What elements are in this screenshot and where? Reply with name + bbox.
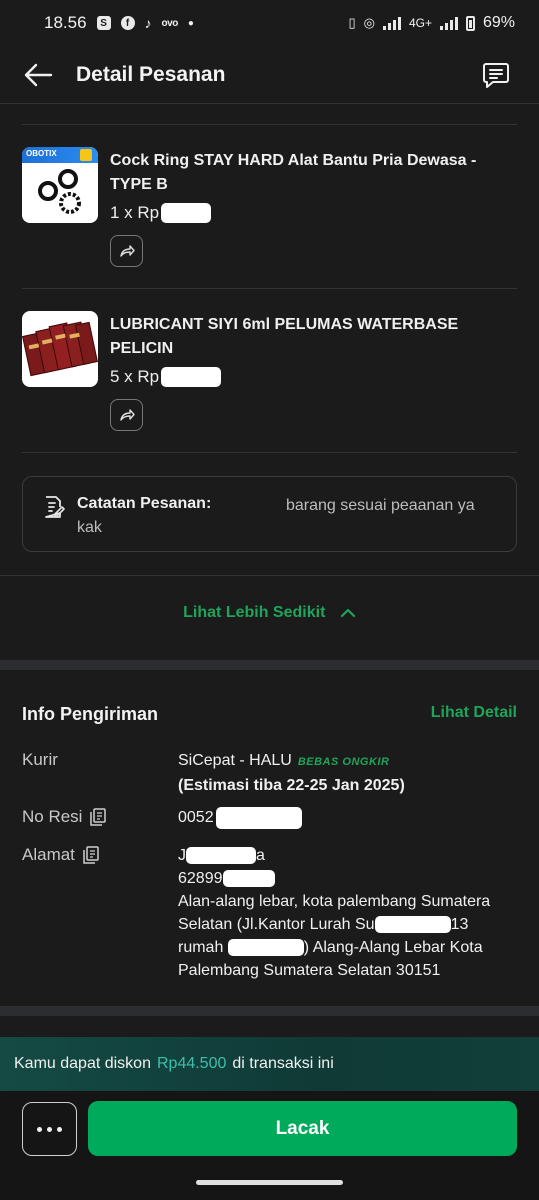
discount-prefix: Kamu dapat diskon — [14, 1055, 151, 1072]
signal-icon-2 — [439, 16, 458, 30]
product-item[interactable]: LUBRICANT SIYI 6ml PELUMAS WATERBASE PEL… — [22, 289, 517, 453]
note-text: barang sesuai peaanan ya kak — [77, 497, 475, 536]
free-shipping-badge: BEBAS ONGKIR — [297, 756, 390, 768]
bottom-action-bar: Lacak — [0, 1091, 539, 1200]
track-button[interactable]: Lacak — [88, 1101, 517, 1156]
product-name: LUBRICANT SIYI 6ml PELUMAS WATERBASE PEL… — [110, 316, 459, 357]
rings-image — [38, 169, 81, 214]
network-type: 4G+ — [408, 16, 432, 30]
section-separator — [0, 1006, 539, 1016]
shipping-detail-link[interactable]: Lihat Detail — [431, 704, 517, 722]
redacted-address — [374, 916, 451, 933]
share-icon — [119, 409, 135, 421]
home-indicator[interactable] — [196, 1180, 343, 1185]
product-name: Cock Ring STAY HARD Alat Bantu Pria Dewa… — [110, 152, 477, 193]
courier-label-text: Kurir — [22, 750, 58, 769]
address-line-part: rumah — [178, 939, 228, 956]
hotspot-icon: ◎ — [363, 15, 375, 30]
copy-icon[interactable] — [83, 846, 99, 864]
status-time: 18.56 — [44, 13, 87, 32]
arrow-left-icon — [24, 63, 53, 86]
copy-icon[interactable] — [90, 808, 107, 826]
share-button[interactable] — [110, 235, 143, 267]
address-label-text: Alamat — [22, 845, 75, 864]
address-line-part: 13 — [450, 916, 469, 933]
shopee-icon: S — [96, 16, 111, 30]
section-separator — [0, 660, 539, 670]
courier-name: SiCepat - HALU — [178, 752, 292, 769]
address-line: Palembang Sumatera Selatan 30151 — [178, 962, 441, 979]
address-phone: 62899 — [178, 867, 523, 890]
address-name: J a — [178, 844, 523, 867]
address-line-part: Selatan (Jl.Kantor Lurah Su — [178, 916, 375, 933]
ovo-icon: ovo — [161, 17, 179, 29]
product-quantity-price: 1 x Rp — [110, 203, 212, 223]
facebook-icon: f — [120, 16, 135, 30]
product-list: OBOTIX Cock Ring STAY HARD Alat Bantu Pr… — [22, 124, 517, 453]
address-line: rumah ) Alang-Alang Lebar Kota — [178, 936, 523, 959]
redacted-phone — [222, 870, 275, 887]
resi-number: 0052 — [178, 809, 214, 826]
courier-label: Kurir — [22, 750, 58, 770]
product-thumbnail — [22, 311, 98, 387]
discount-banner: Kamu dapat diskon Rp44.500 di transaksi … — [0, 1037, 539, 1091]
order-note: Catatan Pesanan: barang sesuai peaanan y… — [22, 476, 517, 552]
dot-icon — [57, 1126, 62, 1132]
address-value: J a 62899 Alan-alang lebar, kota palemba… — [178, 844, 523, 982]
redacted-price — [161, 367, 222, 387]
chevron-up-icon — [340, 608, 355, 618]
divider — [0, 575, 539, 576]
address-name-start: J — [178, 847, 186, 864]
address-line: Selatan (Jl.Kantor Lurah Su 13 — [178, 913, 523, 936]
delivery-estimate: (Estimasi tiba 22-25 Jan 2025) — [178, 777, 405, 794]
qty-prefix: 1 x Rp — [110, 203, 160, 222]
address-line: Alan-alang lebar, kota palembang Sumater… — [178, 893, 491, 910]
app-header: Detail Pesanan — [0, 46, 539, 104]
chat-icon[interactable] — [481, 60, 511, 90]
battery-level: 69% — [482, 14, 515, 31]
resi-label-text: No Resi — [22, 807, 83, 826]
product-quantity-price: 5 x Rp — [110, 367, 222, 387]
battery-icon — [465, 15, 475, 31]
discount-amount: Rp44.500 — [156, 1055, 227, 1072]
vibrate-icon: ▯ — [348, 15, 356, 30]
redacted-resi — [215, 806, 302, 829]
resi-value: 0052 — [178, 806, 523, 829]
shipping-title: Info Pengiriman — [22, 704, 159, 724]
signal-icon — [382, 16, 401, 30]
courier-value: SiCepat - HALU BEBAS ONGKIR (Estimasi tib… — [178, 749, 523, 797]
address-label: Alamat — [22, 845, 99, 865]
address-line-part: ) Alang-Alang Lebar Kota — [303, 939, 483, 956]
more-notifications-icon: ● — [187, 17, 194, 29]
status-bar: 18.56 S f ♪ ovo ● ▯ ◎ 4G+ 69% — [0, 0, 539, 46]
qty-prefix: 5 x Rp — [110, 367, 160, 386]
dot-icon — [37, 1126, 42, 1132]
tiktok-icon: ♪ — [144, 15, 152, 31]
resi-label: No Resi — [22, 807, 107, 827]
note-icon — [45, 496, 65, 518]
product-thumbnail: OBOTIX — [22, 147, 98, 223]
share-icon — [119, 245, 135, 257]
more-options-button[interactable] — [22, 1102, 77, 1156]
sachets-image — [22, 321, 98, 377]
share-button[interactable] — [110, 399, 143, 431]
redacted-price — [161, 203, 212, 223]
discount-suffix: di transaksi ini — [232, 1055, 334, 1072]
see-less-label: Lihat Lebih Sedikit — [183, 604, 326, 621]
dot-icon — [47, 1126, 52, 1132]
see-less-button[interactable]: Lihat Lebih Sedikit — [0, 604, 539, 622]
back-button[interactable] — [8, 46, 68, 104]
page-title: Detail Pesanan — [76, 62, 226, 86]
redacted-name — [186, 847, 256, 864]
redacted-address — [227, 939, 304, 956]
address-name-end: a — [256, 847, 265, 864]
address-phone-text: 62899 — [178, 870, 223, 887]
product-item[interactable]: OBOTIX Cock Ring STAY HARD Alat Bantu Pr… — [22, 125, 517, 289]
